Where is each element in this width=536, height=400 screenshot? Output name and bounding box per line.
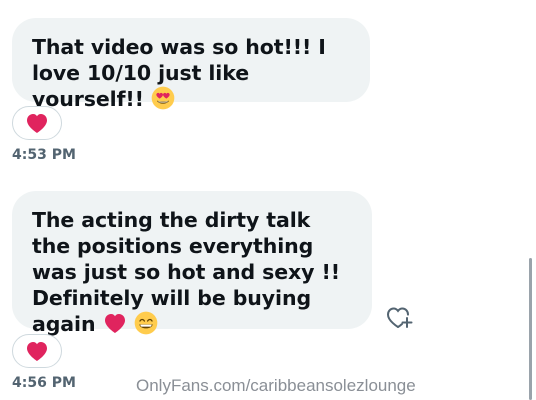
grinning-face-emoji-icon [134, 311, 157, 335]
red-heart-icon [104, 314, 125, 333]
add-reaction-icon[interactable] [385, 304, 413, 330]
message-timestamp: 4:56 PM [12, 375, 76, 391]
message-text: The acting the dirty talk the positions … [32, 208, 340, 336]
message-timestamp: 4:53 PM [12, 147, 76, 163]
heart-eyes-emoji-icon [151, 86, 175, 110]
reaction-heart[interactable] [12, 334, 62, 368]
red-heart-icon [27, 342, 47, 361]
reaction-heart[interactable] [12, 106, 62, 140]
red-heart-icon [27, 114, 47, 133]
watermark: OnlyFans.com/caribbeansolezlounge [136, 376, 416, 395]
message-text: That video was so hot!!! I love 10/10 ju… [32, 35, 326, 111]
message-bubble[interactable]: The acting the dirty talk the positions … [12, 191, 372, 336]
message-bubble[interactable]: That video was so hot!!! I love 10/10 ju… [12, 18, 370, 111]
scrollbar[interactable] [529, 258, 532, 400]
